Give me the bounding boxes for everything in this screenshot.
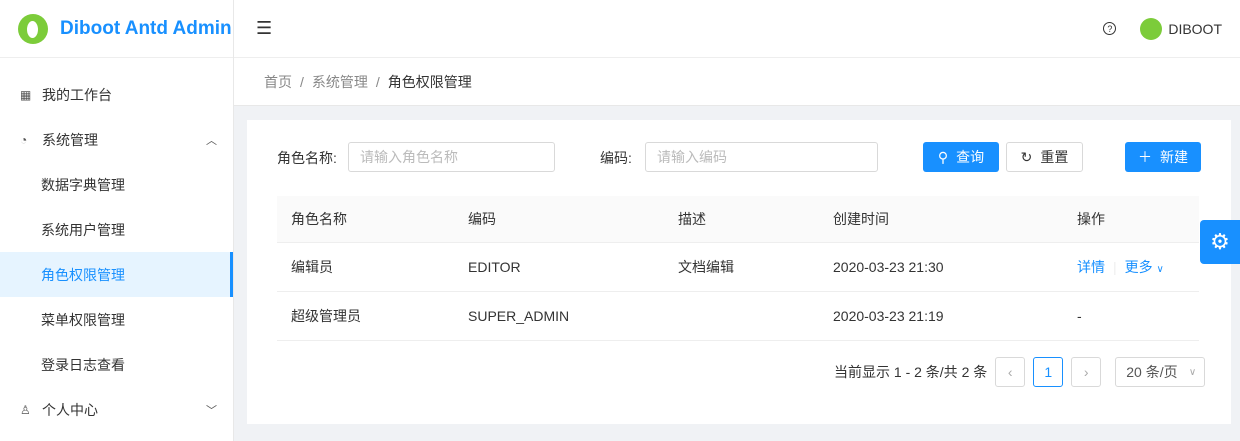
cell-code: EDITOR [454, 242, 664, 292]
header: ☰ ? DIBOOT [234, 0, 1240, 58]
chevron-down-icon: ∨ [1188, 366, 1197, 378]
next-page-button[interactable]: › [1071, 357, 1102, 387]
col-name: 角色名称 [277, 196, 454, 243]
search-icon: ⚲ [937, 148, 949, 165]
username[interactable]: DIBOOT [1168, 21, 1222, 37]
pagination-summary: 当前显示 1 - 2 条/共 2 条 [834, 364, 988, 380]
roles-table: 角色名称 编码 描述 创建时间 操作 编辑员 EDITOR 文档编辑 2020-… [277, 196, 1199, 341]
table-row: 编辑员 EDITOR 文档编辑 2020-03-23 21:30 详情 | 更多 ∨ [277, 242, 1199, 292]
menu-label: 系统管理 [42, 131, 98, 148]
cell-code: SUPER_ADMIN [454, 291, 664, 341]
button-label: 新建 [1160, 149, 1188, 165]
breadcrumb: 首页 / 系统管理 / 角色权限管理 [234, 58, 1240, 106]
sidebar-item-workbench[interactable]: ▦ 我的工作台 [0, 72, 233, 117]
app-title: Diboot Antd Admin [60, 17, 232, 39]
plus-icon: ＋ [1138, 149, 1152, 165]
settings-gear-icon[interactable]: ⚙ [1200, 220, 1240, 264]
col-desc: 描述 [664, 196, 819, 243]
logo[interactable]: Diboot Antd Admin [0, 0, 233, 58]
cell-desc: 文档编辑 [664, 242, 819, 292]
chevron-down-icon: ﹀ [206, 404, 217, 417]
pagination: 当前显示 1 - 2 条/共 2 条 ‹ 1 › 20 条/页 ∨ [834, 357, 1206, 387]
breadcrumb-current: 角色权限管理 [387, 73, 472, 90]
create-button[interactable]: ＋ 新建 [1125, 142, 1201, 172]
menu-label: 角色权限管理 [41, 266, 125, 283]
more-label: 更多 [1124, 258, 1153, 275]
reload-icon: ↻ [1020, 148, 1033, 165]
menu-label: 数据字典管理 [41, 176, 125, 193]
button-label: 查询 [956, 149, 985, 165]
col-actions: 操作 [1063, 196, 1199, 243]
content-card: 角色名称: 请输入角色名称 编码: 请输入编码 ⚲ 查询 ↻ 重置 ＋ 新建 角色名称… [247, 120, 1231, 424]
breadcrumb-system[interactable]: 系统管理 [312, 72, 368, 92]
code-input[interactable]: 请输入编码 [645, 142, 878, 172]
query-button[interactable]: ⚲ 查询 [923, 142, 999, 172]
sidebar-item-profile[interactable]: ♙ 个人中心 ﹀ [0, 387, 233, 432]
menu-label: 系统用户管理 [41, 221, 125, 238]
avatar[interactable] [1140, 17, 1163, 40]
table-row: 超级管理员 SUPER_ADMIN 2020-03-23 21:19 - [277, 291, 1199, 341]
user-icon: ♙ [20, 402, 31, 417]
page-size-value: 20 条/页 [1126, 364, 1178, 380]
cell-actions: - [1063, 291, 1199, 341]
button-label: 重置 [1040, 149, 1069, 165]
code-label: 编码: [600, 150, 632, 166]
page-1-button[interactable]: 1 [1033, 357, 1064, 387]
table-header: 角色名称 编码 描述 创建时间 操作 [277, 196, 1199, 243]
detail-link[interactable]: 详情 [1077, 259, 1105, 275]
menu-label: 登录日志查看 [41, 356, 125, 373]
sidebar-item-dict[interactable]: 数据字典管理 [0, 162, 233, 207]
menu-fold-icon[interactable]: ☰ [256, 18, 272, 39]
chevron-down-icon: ∨ [1156, 263, 1164, 275]
cell-desc [664, 291, 819, 341]
gauge-icon: ◔ [20, 132, 28, 147]
role-name-input[interactable]: 请输入角色名称 [348, 142, 555, 172]
role-name-label: 角色名称: [277, 150, 337, 166]
chevron-up-icon: ︿ [206, 134, 217, 147]
page-size-select[interactable]: 20 条/页 ∨ [1115, 357, 1206, 387]
dashboard-icon: ▦ [20, 87, 32, 102]
reset-button[interactable]: ↻ 重置 [1006, 142, 1083, 172]
prev-page-button[interactable]: ‹ [995, 357, 1026, 387]
cell-actions: 详情 | 更多 ∨ [1063, 242, 1199, 292]
logo-icon [18, 13, 48, 44]
menu-label: 我的工作台 [42, 86, 112, 103]
sidebar-item-roles[interactable]: 角色权限管理 [0, 252, 233, 297]
sidebar-item-login-log[interactable]: 登录日志查看 [0, 342, 233, 387]
menu-label: 菜单权限管理 [41, 311, 125, 328]
more-dropdown[interactable]: 更多 ∨ [1125, 259, 1164, 275]
sidebar-item-system[interactable]: ◔ 系统管理 ︿ [0, 117, 233, 162]
cell-name: 超级管理员 [277, 291, 454, 341]
col-created: 创建时间 [819, 196, 1063, 243]
cell-created: 2020-03-23 21:19 [819, 291, 1063, 341]
breadcrumb-home[interactable]: 首页 [264, 72, 292, 92]
sidebar-item-users[interactable]: 系统用户管理 [0, 207, 233, 252]
col-code: 编码 [454, 196, 664, 243]
sidebar-item-menus[interactable]: 菜单权限管理 [0, 297, 233, 342]
menu-label: 个人中心 [42, 401, 98, 418]
help-icon[interactable]: ? [1103, 22, 1117, 35]
sidebar: Diboot Antd Admin ▦ 我的工作台 ◔ 系统管理 ︿ 数据字典管理 系… [0, 0, 234, 441]
cell-created: 2020-03-23 21:30 [819, 242, 1063, 292]
cell-name: 编辑员 [277, 242, 454, 292]
